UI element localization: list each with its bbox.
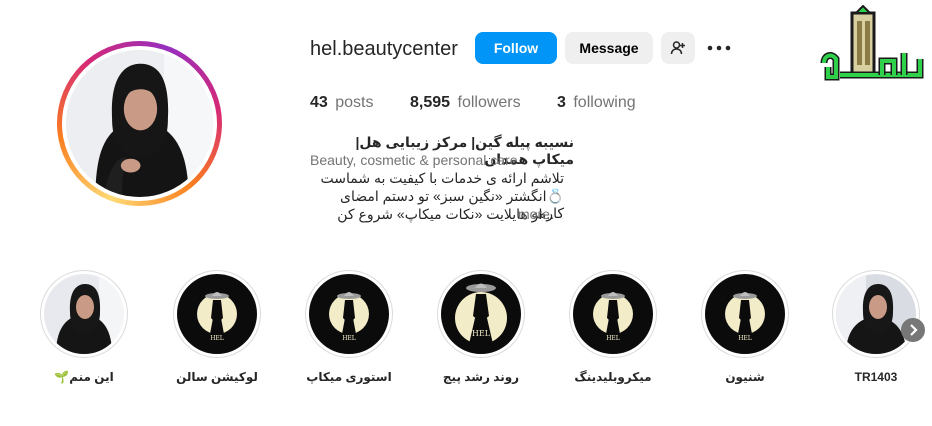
profile-photo [66,50,213,197]
highlight-item[interactable]: این منم🌱 [39,270,129,384]
site-logo [820,4,928,87]
follow-button[interactable]: Follow [475,32,557,64]
bio-category: Beauty, cosmetic & personal care [310,152,518,168]
highlight-cover-photo [836,274,916,354]
bio-more-link[interactable]: more [518,206,550,222]
highlight-cover-photo [44,274,124,354]
highlight-label: این منم🌱 [54,370,114,384]
svg-text:HEL: HEL [210,335,224,342]
svg-text:HEL: HEL [606,335,620,342]
highlight-label: TR1403 [854,370,898,384]
message-button[interactable]: Message [565,32,653,64]
followers-stat[interactable]: 8,595 followers [410,94,521,112]
posts-count: 43 [310,94,328,111]
following-count: 3 [557,94,566,111]
posts-stat: 43 posts [310,94,374,112]
highlight-cover-logo: HEL [705,274,785,354]
highlight-item[interactable]: HEL شنیون [700,270,790,384]
ellipsis-icon [707,45,731,51]
highlight-label: استوری میکاپ [306,370,392,384]
options-button[interactable] [706,38,734,58]
profile-username: hel.beautycenter [310,38,458,60]
highlight-cover-logo: HEL [573,274,653,354]
followers-count: 8,595 [410,94,451,111]
highlight-item[interactable]: HEL میکروبلیدینگ [568,270,658,384]
following-stat[interactable]: 3 following [557,94,636,112]
highlight-label: روند رشد پیج [442,370,520,384]
svg-text:HEL: HEL [738,335,752,342]
add-person-icon [670,41,685,55]
highlight-cover-logo: HEL [177,274,257,354]
svg-text:HEL: HEL [342,335,356,342]
profile-avatar[interactable] [57,41,222,206]
highlight-cover-logo: HEL [441,274,521,354]
highlight-label: لوکیشن سالن [176,370,258,384]
highlight-item[interactable]: HEL لوکیشن سالن [172,270,262,384]
svg-text:HEL: HEL [472,329,491,338]
highlight-cover-logo: HEL [309,274,389,354]
suggest-user-button[interactable] [661,32,695,64]
followers-label: followers [457,94,521,111]
bio-line-1: تلاشم ارائه ی خدمات با کیفیت به شماست [320,170,564,186]
highlight-label: شنیون [725,370,765,384]
posts-label: posts [335,94,374,111]
highlight-item[interactable]: HEL استوری میکاپ [304,270,394,384]
highlight-label: میکروبلیدینگ [574,370,652,384]
following-label: following [573,94,636,111]
highlights-next-button[interactable] [901,318,925,342]
chevron-right-icon [910,324,918,336]
highlight-item[interactable]: HEL روند رشد پیج [436,270,526,384]
